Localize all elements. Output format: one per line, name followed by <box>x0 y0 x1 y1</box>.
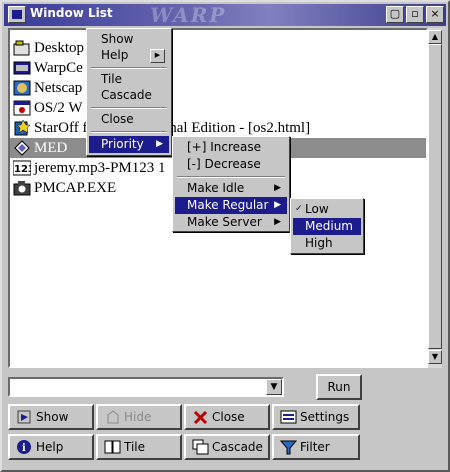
menu-item-decrease[interactable]: [-] Decrease <box>175 156 287 173</box>
window-title: Window List <box>30 6 113 20</box>
check-icon: ✓ <box>295 204 303 214</box>
tile-label: Tile <box>124 440 146 454</box>
scroll-thumb[interactable] <box>428 44 442 349</box>
menu-item-medium[interactable]: Medium <box>293 218 361 235</box>
menu-item-close[interactable]: Close <box>89 111 169 128</box>
list-item[interactable]: OS/2 W Window <box>10 98 426 118</box>
menu-item-help[interactable]: Help ▶ <box>89 47 169 64</box>
hide-label: Hide <box>124 410 152 424</box>
help-icon: i <box>16 439 34 456</box>
cascade-label: Cascade <box>212 440 263 454</box>
med-icon <box>13 140 31 156</box>
menu-item-priority[interactable]: Priority ▶ <box>89 136 169 153</box>
staroffice-icon <box>13 119 31 136</box>
submenu-arrow-icon: ▶ <box>156 139 163 149</box>
hide-icon <box>104 409 122 426</box>
list-item[interactable]: Netscap tor Netscape <box>10 78 426 98</box>
close-label: Close <box>212 410 245 424</box>
cascade-icon <box>192 439 210 456</box>
list-item-label: StarOff ffice 5.0 Personal Edition - [os… <box>34 120 311 136</box>
svg-text:i: i <box>22 443 26 454</box>
hide-button[interactable]: Hide <box>96 404 182 430</box>
close-window-button[interactable]: × <box>426 6 444 23</box>
list-item-label: Desktop <box>34 40 84 56</box>
list-item[interactable]: WarpCe <box>10 58 426 78</box>
submenu-arrow-icon: ▶ <box>274 183 281 193</box>
show-label: Show <box>36 410 69 424</box>
title-watermark: WARP <box>150 3 227 27</box>
warpcenter-icon <box>13 60 31 76</box>
minimize-button[interactable]: ▢ <box>386 6 404 23</box>
filter-icon <box>279 439 298 456</box>
dropdown-arrow-icon[interactable]: ▼ <box>266 379 282 395</box>
list-item-label: MED <box>34 140 68 156</box>
context-menu: Show Help ▶ Tile Cascade Close Priority ▶ <box>86 28 172 156</box>
menu-item-make-server[interactable]: Make Server ▶ <box>175 214 287 231</box>
tile-button[interactable]: Tile <box>96 434 182 460</box>
pm123-icon: 123 <box>12 160 35 176</box>
scroll-up-button[interactable]: ▲ <box>428 30 442 44</box>
svg-text:123: 123 <box>14 164 31 175</box>
pmcap-icon <box>13 180 31 196</box>
settings-label: Settings <box>300 410 350 424</box>
command-input[interactable] <box>8 377 284 397</box>
menu-item-low[interactable]: ✓ Low <box>293 201 361 218</box>
list-item[interactable]: Desktop <box>10 38 426 58</box>
help-button[interactable]: i Help <box>8 434 94 460</box>
scroll-down-button[interactable]: ▼ <box>428 350 442 364</box>
settings-icon <box>280 409 298 426</box>
menu-item-make-idle[interactable]: Make Idle ▶ <box>175 180 287 197</box>
list-item-label: WarpCe <box>34 60 83 76</box>
show-icon <box>16 409 34 426</box>
menu-item-tile[interactable]: Tile <box>89 71 169 88</box>
list-item-label: PMCAP.EXE <box>34 180 117 196</box>
list-item-label: jeremy.mp3-PM123 1 <box>34 160 166 176</box>
close-button[interactable]: Close <box>184 404 270 430</box>
netscape-icon <box>13 80 31 96</box>
menu-separator <box>177 176 285 178</box>
menu-item-increase[interactable]: [+] Increase <box>175 139 287 156</box>
help-label: Help <box>36 440 64 454</box>
show-button[interactable]: Show <box>8 404 94 430</box>
submenu-arrow-icon: ▶ <box>274 200 281 210</box>
regular-submenu: ✓ Low Medium High <box>290 198 364 254</box>
os2-window-icon <box>13 100 31 116</box>
submenu-arrow-icon: ▶ <box>274 217 281 227</box>
system-menu-icon[interactable] <box>8 6 26 23</box>
filter-button[interactable]: Filter <box>272 434 360 460</box>
settings-button[interactable]: Settings <box>272 404 360 430</box>
menu-separator <box>91 131 167 133</box>
filter-label: Filter <box>300 440 330 454</box>
menu-item-cascade[interactable]: Cascade <box>89 87 169 104</box>
submenu-arrow-icon: ▶ <box>150 49 165 63</box>
list-item[interactable]: StarOff ffice 5.0 Personal Edition - [os… <box>10 118 426 138</box>
menu-item-high[interactable]: High <box>293 235 361 252</box>
desktop-icon <box>13 40 31 56</box>
run-label: Run <box>327 380 351 394</box>
close-icon <box>192 409 210 426</box>
menu-item-make-regular[interactable]: Make Regular ▶ <box>175 197 287 214</box>
menu-item-show[interactable]: Show <box>89 31 169 48</box>
tile-icon <box>104 439 122 456</box>
cascade-button[interactable]: Cascade <box>184 434 270 460</box>
menu-separator <box>91 67 167 69</box>
menu-separator <box>91 107 167 109</box>
priority-submenu: [+] Increase [-] Decrease Make Idle ▶ Mak… <box>172 136 290 232</box>
run-button[interactable]: Run <box>316 374 362 400</box>
restore-button[interactable]: ▫ <box>406 6 424 23</box>
